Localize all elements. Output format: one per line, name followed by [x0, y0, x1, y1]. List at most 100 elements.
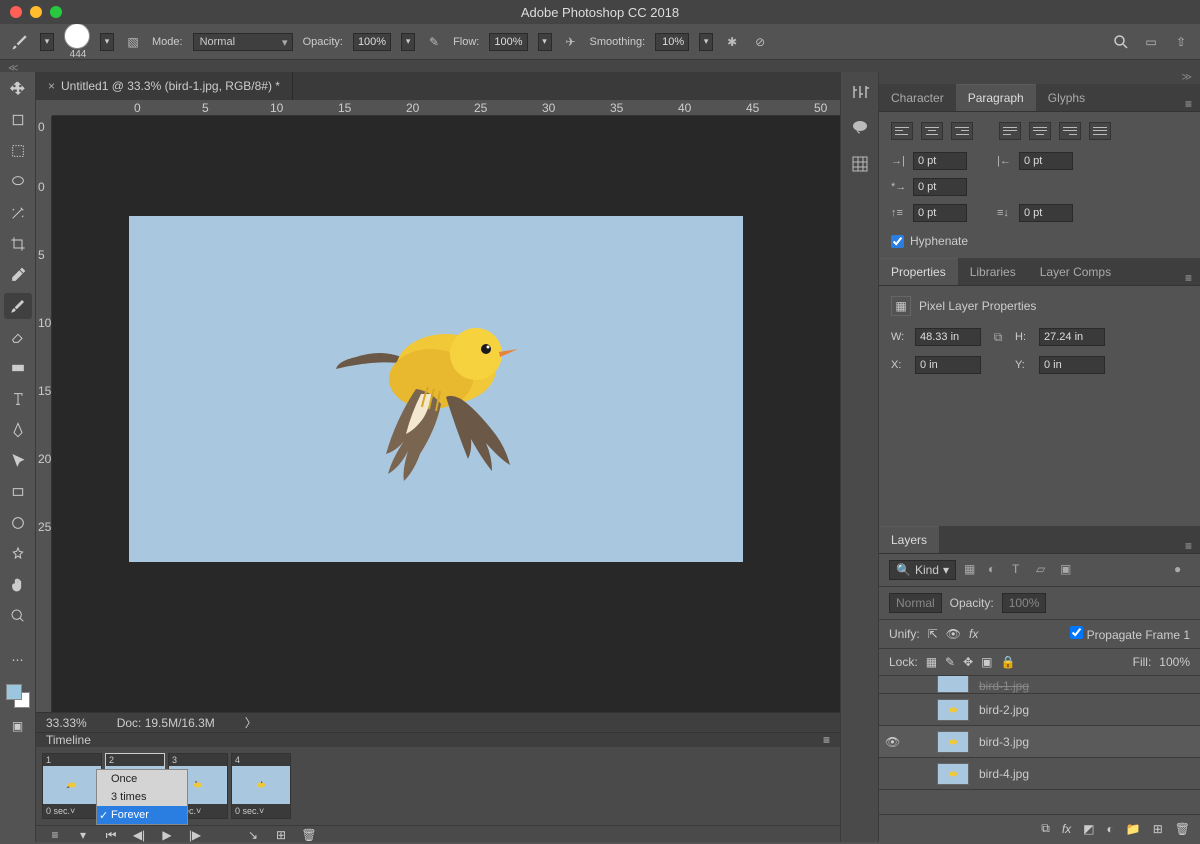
gradient-tool[interactable] [4, 355, 32, 381]
tab-layer-comps[interactable]: Layer Comps [1028, 259, 1123, 285]
brush-tool-icon[interactable] [10, 32, 30, 52]
type-tool[interactable] [4, 386, 32, 412]
brush-preset-dropdown[interactable]: ▾ [100, 33, 114, 51]
ruler-origin[interactable] [36, 100, 52, 116]
ellipse-tool[interactable] [4, 510, 32, 536]
tween-icon[interactable]: ↘ [244, 826, 262, 844]
space-before-field[interactable] [913, 204, 967, 222]
fg-bg-color[interactable] [6, 684, 30, 708]
share-icon[interactable]: ⇧ [1172, 33, 1190, 51]
smoothing-dropdown[interactable]: ▾ [699, 33, 713, 51]
symmetry-icon[interactable]: ⊘ [751, 33, 769, 51]
opacity-dropdown[interactable]: ▾ [401, 33, 415, 51]
pressure-opacity-icon[interactable]: ✎ [425, 33, 443, 51]
brush-tool[interactable] [4, 293, 32, 319]
tab-properties[interactable]: Properties [879, 258, 958, 285]
rectangle-tool[interactable] [4, 479, 32, 505]
crop-tool[interactable] [4, 231, 32, 257]
fill-field[interactable]: 100% [1159, 655, 1190, 669]
hyphenate-checkbox[interactable] [891, 235, 904, 248]
loop-option-forever[interactable]: Forever [97, 806, 187, 824]
loop-option-3times[interactable]: 3 times [97, 788, 187, 806]
hand-tool[interactable] [4, 572, 32, 598]
tab-paragraph[interactable]: Paragraph [956, 84, 1036, 111]
duplicate-frame-icon[interactable]: ⊞ [272, 826, 290, 844]
width-field[interactable] [915, 328, 981, 346]
grid-icon[interactable] [850, 154, 870, 174]
marquee-tool[interactable] [4, 138, 32, 164]
layer-opacity-field[interactable]: 100% [1002, 593, 1047, 613]
lock-all-icon[interactable]: 🔒 [1001, 655, 1016, 669]
timeline-frame[interactable]: 1 0 sec.˅ [42, 753, 102, 819]
link-layers-icon[interactable]: ⧉ [1041, 821, 1050, 836]
search-icon[interactable] [1112, 33, 1130, 51]
pen-tool[interactable] [4, 417, 32, 443]
brush-preview[interactable] [64, 23, 90, 49]
lock-pixels-icon[interactable]: ✎ [945, 655, 955, 669]
smoothing-value[interactable]: 10% [655, 33, 689, 51]
mode-select[interactable]: Normal [193, 33, 293, 51]
blend-mode-select[interactable]: Normal [889, 593, 942, 613]
maximize-icon[interactable] [50, 6, 62, 18]
flow-dropdown[interactable]: ▾ [538, 33, 552, 51]
vertical-ruler[interactable]: 00 510 1520 25 [36, 116, 52, 712]
play-icon[interactable]: ▶ [158, 826, 176, 844]
indent-right-field[interactable] [1019, 152, 1073, 170]
justify-all-icon[interactable] [1089, 122, 1111, 140]
close-icon[interactable] [10, 6, 22, 18]
unify-position-icon[interactable]: ⇱ [928, 627, 938, 641]
brush-panel-icon[interactable]: ▧ [124, 33, 142, 51]
justify-center-icon[interactable] [1029, 122, 1051, 140]
first-frame-icon[interactable]: ⏮ [102, 826, 120, 844]
close-tab-icon[interactable]: × [48, 79, 55, 93]
brush-dropdown[interactable]: ▾ [40, 33, 54, 51]
link-wh-icon[interactable]: ⧉ [989, 328, 1007, 346]
align-left-icon[interactable] [891, 122, 913, 140]
adjustments-icon[interactable] [850, 82, 870, 102]
delete-frame-icon[interactable]: 🗑 [300, 826, 318, 844]
custom-shape-tool[interactable] [4, 541, 32, 567]
y-field[interactable] [1039, 356, 1105, 374]
filter-smart-icon[interactable]: ▣ [1060, 562, 1076, 578]
minimize-icon[interactable] [30, 6, 42, 18]
layer-group-icon[interactable]: 📁 [1126, 822, 1141, 836]
adjustment-layer-icon[interactable]: ◐ [1107, 822, 1114, 836]
doc-info-arrow[interactable]: 〉 [245, 714, 257, 731]
layer-mask-icon[interactable]: ◩ [1083, 822, 1094, 836]
visibility-icon[interactable]: 👁 [885, 735, 901, 749]
lock-transparency-icon[interactable]: ▦ [926, 655, 937, 669]
zoom-tool[interactable] [4, 603, 32, 629]
unify-visibility-icon[interactable]: 👁 [946, 627, 961, 641]
move-tool[interactable] [4, 76, 32, 102]
horizontal-ruler[interactable]: 05 1015 2025 3035 4045 50 [52, 100, 840, 116]
tab-libraries[interactable]: Libraries [958, 259, 1028, 285]
justify-right-icon[interactable] [1059, 122, 1081, 140]
panel-menu-icon[interactable]: ≡ [1177, 271, 1200, 285]
canvas[interactable] [52, 116, 840, 712]
filter-toggle[interactable]: ● [1174, 562, 1190, 578]
tab-layers[interactable]: Layers [879, 526, 939, 553]
collapse-icon[interactable]: ≫ [1182, 72, 1200, 83]
layer-row[interactable]: bird-4.jpg [879, 758, 1200, 790]
filter-shape-icon[interactable]: ▱ [1036, 562, 1052, 578]
eraser-tool[interactable] [4, 324, 32, 350]
new-layer-icon[interactable]: ⊞ [1153, 822, 1163, 836]
prev-frame-icon[interactable]: ◀| [130, 826, 148, 844]
indent-first-field[interactable] [913, 178, 967, 196]
layer-row[interactable]: 👁 bird-3.jpg [879, 726, 1200, 758]
layer-filter-kind[interactable]: 🔍Kind ▾ [889, 560, 956, 580]
layer-row[interactable]: bird-1.jpg [879, 676, 1200, 694]
panel-menu-icon[interactable]: ≡ [1177, 539, 1200, 553]
align-right-icon[interactable] [951, 122, 973, 140]
tab-character[interactable]: Character [879, 85, 956, 111]
quick-mask-icon[interactable]: ▣ [4, 713, 32, 739]
x-field[interactable] [915, 356, 981, 374]
zoom-level[interactable]: 33.33% [46, 716, 87, 730]
lock-position-icon[interactable]: ✥ [963, 655, 973, 669]
delete-layer-icon[interactable]: 🗑 [1175, 822, 1190, 836]
document-tab[interactable]: × Untitled1 @ 33.3% (bird-1.jpg, RGB/8#)… [36, 72, 293, 100]
propagate-checkbox[interactable] [1070, 626, 1083, 639]
flow-value[interactable]: 100% [489, 33, 527, 51]
timeline-frame[interactable]: 4 0 sec.˅ [231, 753, 291, 819]
edit-toolbar[interactable]: ⋯ [4, 647, 32, 673]
